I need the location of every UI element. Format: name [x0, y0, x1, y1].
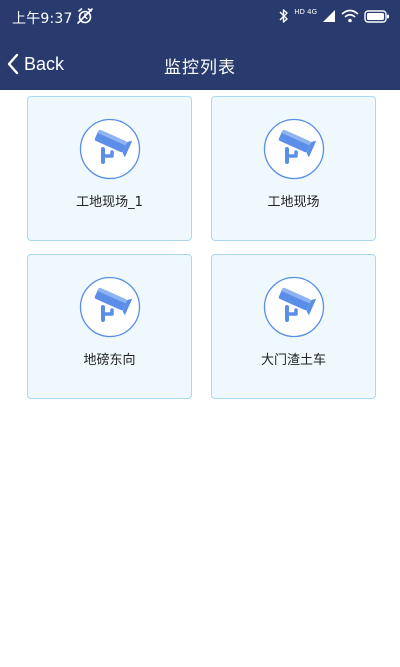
- network-type-label: HD 4G: [294, 7, 317, 16]
- bluetooth-icon: [279, 9, 288, 23]
- camera-name: 工地现场_1: [76, 195, 143, 210]
- camera-name: 地磅东向: [83, 353, 136, 368]
- surveillance-camera-icon: [79, 118, 140, 180]
- camera-grid: 工地现场_1 工地现场 地磅东向 大门渣土车: [27, 96, 376, 399]
- app-header: 上午9:37 HD 4G Back 监控列表: [0, 0, 400, 90]
- alarm-off-icon: [77, 8, 93, 24]
- camera-card[interactable]: 工地现场: [211, 96, 376, 241]
- camera-name: 工地现场: [267, 195, 320, 210]
- camera-card[interactable]: 大门渣土车: [211, 254, 376, 399]
- status-time: 上午9:37: [12, 11, 73, 27]
- surveillance-camera-icon: [79, 276, 140, 338]
- page-title: 监控列表: [164, 58, 236, 78]
- signal-icon: [323, 10, 335, 22]
- battery-icon: [364, 9, 389, 23]
- nav-bar: Back 监控列表: [0, 40, 400, 88]
- surveillance-camera-icon: [263, 276, 324, 338]
- surveillance-camera-icon: [263, 118, 324, 180]
- wifi-icon: [341, 9, 359, 23]
- camera-name: 大门渣土车: [260, 353, 326, 368]
- status-icons: HD 4G: [279, 6, 390, 26]
- camera-card[interactable]: 工地现场_1: [27, 96, 192, 241]
- status-bar: 上午9:37 HD 4G: [0, 0, 400, 34]
- camera-card[interactable]: 地磅东向: [27, 254, 192, 399]
